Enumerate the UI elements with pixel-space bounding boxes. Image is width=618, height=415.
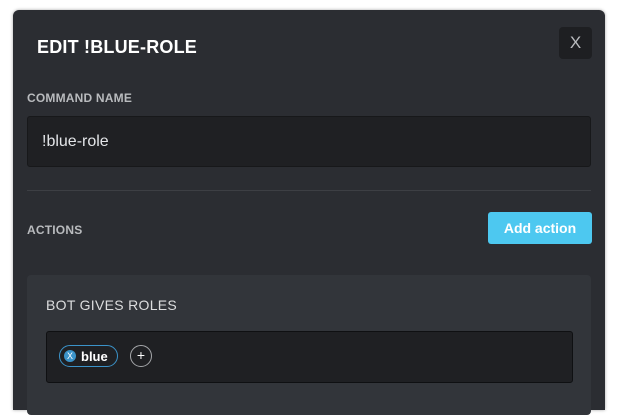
remove-role-icon[interactable]: X (64, 350, 76, 362)
roles-selector[interactable]: X blue + (46, 331, 573, 383)
edit-command-modal: EDIT !BLUE-ROLE X COMMAND NAME ACTIONS A… (13, 10, 605, 415)
action-card-bot-gives-roles: BOT GIVES ROLES X blue + (27, 275, 591, 415)
role-chip-label: blue (81, 348, 108, 364)
section-divider (27, 190, 591, 191)
actions-label: ACTIONS (27, 223, 83, 237)
command-name-label: COMMAND NAME (27, 91, 133, 105)
close-icon: X (569, 33, 582, 52)
add-action-button[interactable]: Add action (488, 212, 592, 244)
modal-title: EDIT !BLUE-ROLE (37, 37, 197, 57)
command-name-input[interactable] (27, 116, 591, 167)
add-role-button[interactable]: + (130, 345, 152, 367)
close-button[interactable]: X (559, 27, 592, 59)
role-chip-blue: X blue (59, 345, 118, 367)
action-title: BOT GIVES ROLES (46, 297, 178, 313)
